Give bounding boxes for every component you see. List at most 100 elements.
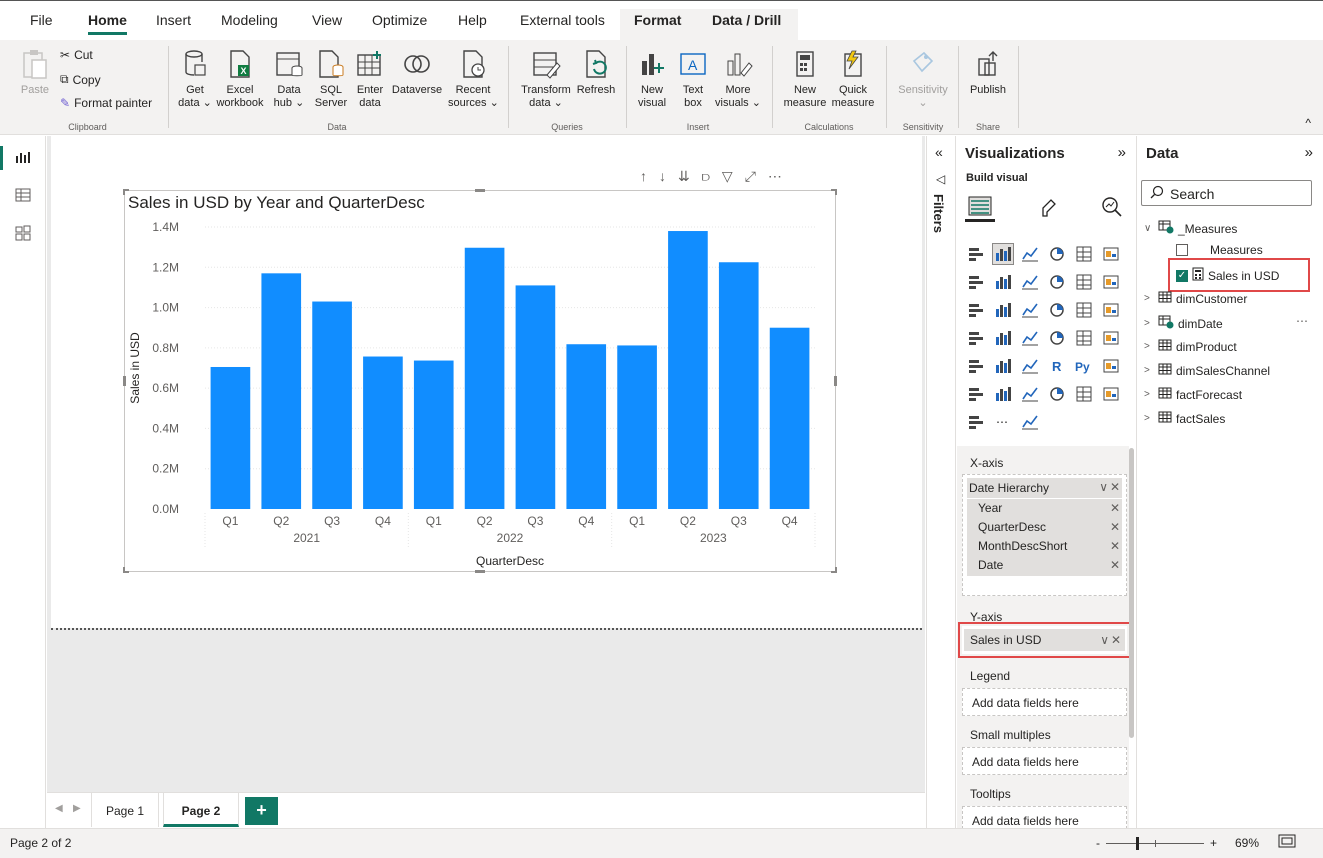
donut-visual-icon[interactable] [1074, 300, 1094, 320]
power-automate-visual-icon[interactable] [966, 412, 986, 432]
model-view-icon[interactable] [14, 224, 32, 242]
collapse-ribbon-icon[interactable]: ^ [1305, 116, 1311, 130]
report-view-icon[interactable] [14, 148, 32, 166]
paginated-visual-icon[interactable] [1074, 384, 1094, 404]
more-options-icon[interactable]: ⋯ [1296, 314, 1308, 328]
key-influencers-visual-icon[interactable] [1101, 356, 1121, 376]
line-clustered-visual-icon[interactable] [1074, 272, 1094, 292]
chevron-right-icon[interactable]: > [1144, 341, 1154, 352]
next-page-icon[interactable]: ▶ [73, 803, 81, 814]
waterfall-visual-icon[interactable] [966, 300, 986, 320]
table-dimsaleschannel[interactable]: > dimSalesChannel [1144, 363, 1270, 378]
area-visual-icon[interactable] [993, 272, 1013, 292]
line-visual-icon[interactable] [966, 272, 986, 292]
resize-handle[interactable] [475, 189, 485, 192]
resize-handle[interactable] [475, 570, 485, 573]
multi-row-card-visual-icon[interactable] [1074, 328, 1094, 348]
collapse-data-icon[interactable]: » [1305, 144, 1313, 161]
expand-next-level-icon[interactable]: ⇊ [678, 168, 690, 185]
filters-pane-collapsed[interactable]: « ◁ Filters [926, 136, 956, 828]
tab-data-drill[interactable]: Data / Drill [712, 12, 781, 28]
bar[interactable] [668, 231, 708, 509]
tab-view[interactable]: View [312, 12, 342, 28]
bar[interactable] [261, 273, 302, 509]
analytics-tab[interactable] [1097, 192, 1127, 222]
bar[interactable] [210, 366, 251, 509]
new-visual-button[interactable]: New visual [634, 44, 670, 110]
stacked-area-visual-icon[interactable] [1020, 272, 1040, 292]
remove-field-icon[interactable]: ✕ [1110, 480, 1120, 494]
prev-page-icon[interactable]: ◀ [55, 803, 63, 814]
chevron-down-icon[interactable]: ∨ [1099, 480, 1108, 494]
more-visuals-button[interactable]: More visuals ⌄ [714, 44, 762, 110]
text-box-button[interactable]: A Text box [676, 44, 710, 110]
x-axis-well[interactable]: Date Hierarchy ∨ ✕ Year ✕ QuarterDesc ✕ … [962, 474, 1127, 596]
filled-map-visual-icon[interactable] [993, 328, 1013, 348]
resize-handle[interactable] [123, 376, 126, 386]
expand-all-icon[interactable]: ⫐ [702, 168, 710, 185]
line-column-visual-icon[interactable] [1047, 272, 1067, 292]
more-options-icon[interactable]: ⋯ [768, 168, 782, 185]
bar[interactable] [617, 345, 657, 509]
expand-filters-icon[interactable]: « [935, 144, 943, 160]
quick-measure-button[interactable]: Quick measure [830, 44, 876, 110]
treemap-visual-icon[interactable] [1101, 300, 1121, 320]
r-visual-visual-icon[interactable]: R [1047, 356, 1067, 376]
tab-format[interactable]: Format [634, 12, 681, 28]
recent-sources-button[interactable]: Recent sources ⌄ [448, 44, 499, 110]
tab-external-tools[interactable]: External tools [520, 12, 605, 28]
table-dimproduct[interactable]: > dimProduct [1144, 339, 1237, 354]
cut-button[interactable]: ✂ Cut [60, 48, 93, 62]
bar[interactable] [718, 262, 759, 509]
chevron-right-icon[interactable]: > [1144, 318, 1154, 329]
tooltips-well[interactable]: Add data fields here [962, 806, 1127, 828]
table-dimdate[interactable]: > dimDate [1144, 315, 1223, 332]
data-hub-button[interactable]: Data hub ⌄ [270, 44, 308, 110]
format-visual-tab[interactable] [1033, 192, 1063, 222]
enter-data-button[interactable]: Enter data [352, 44, 388, 110]
resize-handle[interactable] [831, 567, 837, 573]
qa-visual-icon[interactable] [993, 384, 1013, 404]
paste-button[interactable]: Paste [18, 44, 52, 97]
more-visual-icon[interactable]: ⋯ [993, 412, 1013, 432]
publish-button[interactable]: Publish [966, 44, 1010, 97]
data-search-input[interactable]: Search [1141, 180, 1312, 206]
tab-optimize[interactable]: Optimize [372, 12, 427, 28]
chevron-down-icon[interactable]: ∨ [1144, 223, 1154, 234]
tab-file[interactable]: File [30, 12, 53, 28]
tab-help[interactable]: Help [458, 12, 487, 28]
clustered-column-visual-icon[interactable] [992, 243, 1014, 265]
page-tab-2[interactable]: Page 2 [163, 793, 239, 827]
scatter-visual-icon[interactable] [1020, 300, 1040, 320]
transform-data-button[interactable]: Transform data ⌄ [518, 44, 574, 110]
build-visual-tab[interactable] [965, 192, 995, 222]
sensitivity-button[interactable]: Sensitivity ⌄ [894, 44, 952, 110]
table-factsales[interactable]: > factSales [1144, 411, 1225, 426]
format-painter-button[interactable]: ✎ Format painter [60, 96, 152, 110]
matrix-visual-icon[interactable] [1020, 356, 1040, 376]
chevron-right-icon[interactable]: > [1144, 293, 1154, 304]
zoom-in-button[interactable]: + [1210, 836, 1217, 850]
page-tab-1[interactable]: Page 1 [91, 793, 159, 827]
table-view-icon[interactable] [14, 186, 32, 204]
metrics-visual-icon[interactable] [1047, 384, 1067, 404]
zoom-out-button[interactable]: - [1096, 836, 1100, 850]
tab-modeling[interactable]: Modeling [221, 12, 278, 28]
bar[interactable] [464, 247, 505, 510]
ribbon-visual-icon[interactable] [1101, 272, 1121, 292]
table-factforecast[interactable]: > factForecast [1144, 387, 1242, 402]
bar[interactable] [413, 360, 454, 509]
zoom-slider-thumb[interactable] [1136, 837, 1139, 850]
chevron-right-icon[interactable]: > [1144, 389, 1154, 400]
funnel-visual-icon[interactable] [993, 300, 1013, 320]
more-visuals-visual-icon[interactable] [1020, 412, 1040, 432]
small-multiples-well[interactable]: Add data fields here [962, 747, 1127, 775]
narrative-visual-icon[interactable] [1020, 384, 1040, 404]
map-visual-icon[interactable] [966, 328, 986, 348]
resize-handle[interactable] [834, 376, 837, 386]
pie-visual-icon[interactable] [1047, 300, 1067, 320]
gauge-visual-icon[interactable] [1020, 328, 1040, 348]
bar[interactable] [312, 301, 352, 509]
get-data-button[interactable]: Get data ⌄ [176, 44, 214, 110]
collapse-visualizations-icon[interactable]: » [1118, 144, 1126, 161]
